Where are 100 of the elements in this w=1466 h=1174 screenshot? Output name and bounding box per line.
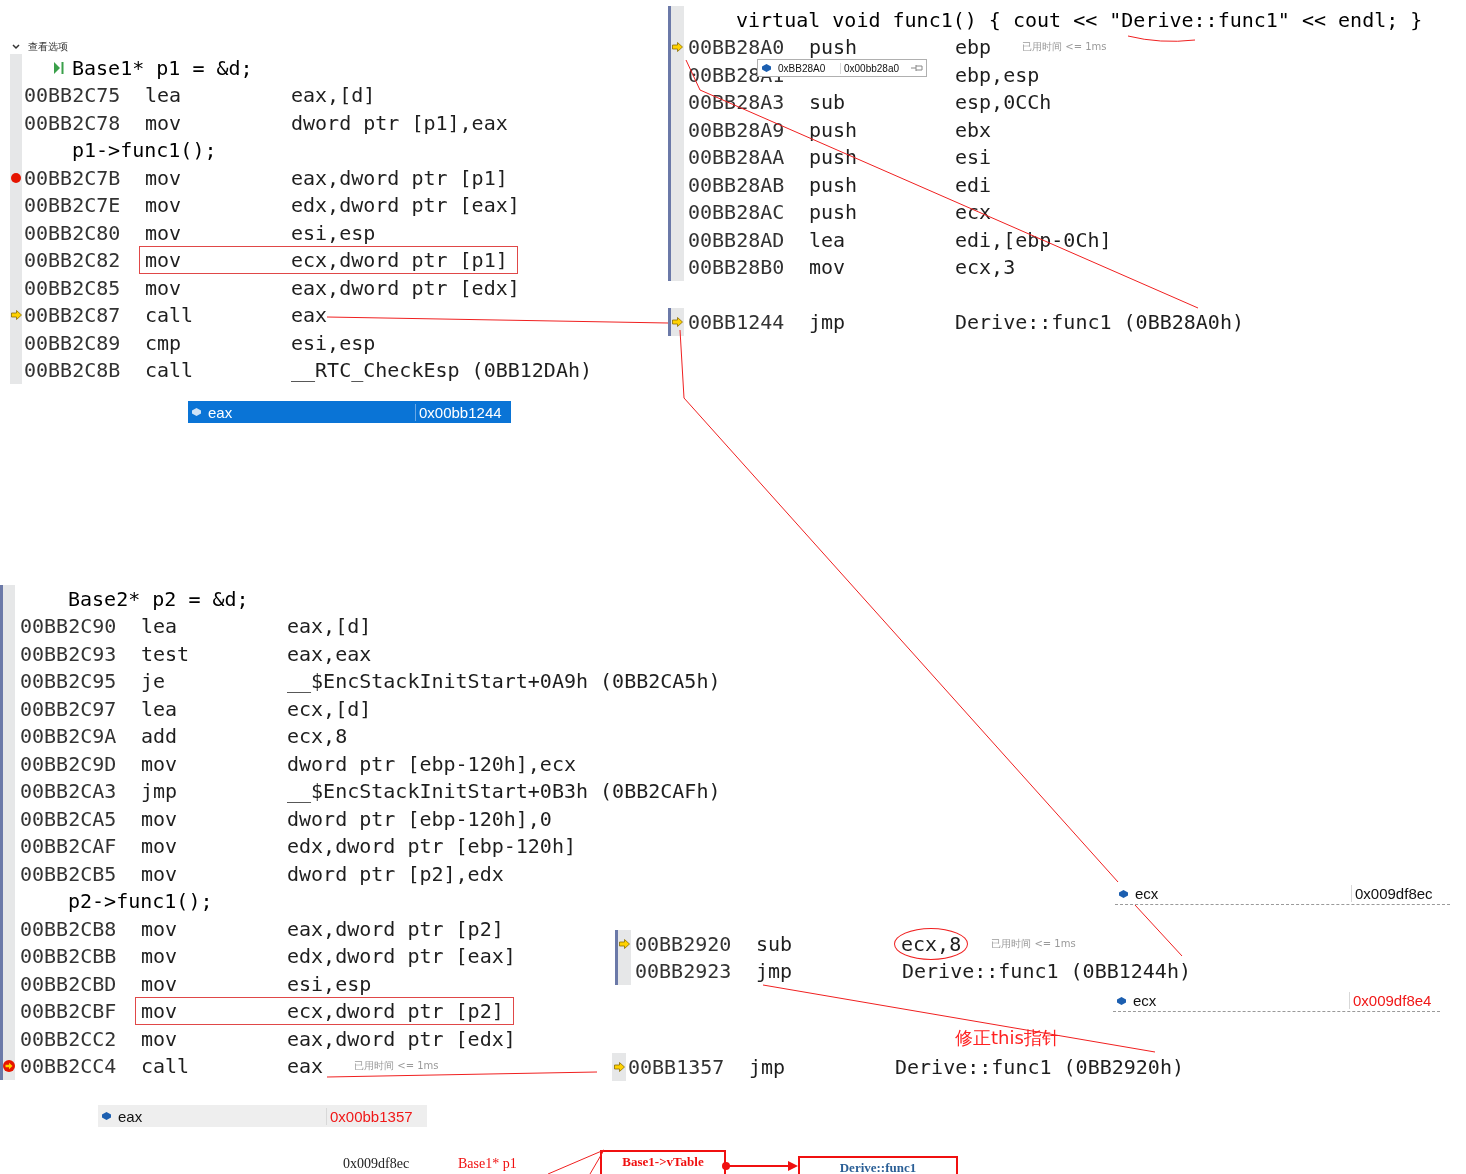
datatip[interactable]: ecx 0x009df8ec: [1115, 883, 1450, 905]
mnemonic-text: mov: [141, 834, 179, 859]
operand-text: __$EncStackInitStart+0B3h (0BB2CAFh): [286, 778, 722, 805]
variable-value: 0x009df8e4: [1349, 992, 1440, 1009]
annotation-line: [1134, 904, 1183, 957]
pointer-value: 0x009df8ec: [343, 1156, 410, 1172]
address-text: 00BB1244: [688, 309, 786, 334]
operand-text: ebp,esp: [954, 61, 1041, 88]
variable-icon: [1119, 889, 1128, 898]
address-text: 00BB2920: [635, 931, 733, 956]
operand-text: eax,[d]: [286, 613, 373, 640]
datatip[interactable]: eax 0x00bb1357: [98, 1105, 427, 1127]
address-text: 00BB1357: [628, 1054, 726, 1079]
operand-text: ecx,dword ptr [p1]: [290, 247, 509, 274]
operand-text: eax,dword ptr [p1]: [290, 164, 509, 191]
variable-name: eax: [208, 403, 233, 421]
operand-text: esi,esp: [290, 329, 377, 356]
datatip[interactable]: ecx 0x009df8e4: [1113, 990, 1440, 1012]
address-text: 00BB2C93: [20, 641, 118, 666]
operand-text: ecx,dword ptr [p2]: [286, 998, 505, 1025]
mnemonic-text: call: [145, 303, 195, 328]
source-line: virtual void func1() { cout << "Derive::func1" << endl; }: [736, 7, 1423, 32]
mnemonic-text: sub: [756, 931, 794, 956]
address-text: 00BB2C82: [24, 248, 122, 273]
mnemonic-text: mov: [141, 1026, 179, 1051]
operand-text: esi: [954, 144, 993, 171]
operand-text: ebx: [954, 116, 993, 143]
operand-text: ecx,3: [954, 254, 1017, 281]
operand-text: dword ptr [ebp-120h],0: [286, 805, 553, 832]
address-text: 00BB2C8B: [24, 358, 122, 383]
address-text: 00BB2C95: [20, 669, 118, 694]
operand-text: eax,eax: [286, 640, 373, 667]
address-text: 00BB2C9D: [20, 751, 118, 776]
mnemonic-text: push: [809, 35, 859, 60]
mnemonic-text: push: [809, 117, 859, 142]
address-text: 00BB2C97: [20, 696, 118, 721]
operand-text: ebp: [954, 34, 993, 61]
mnemonic-text: jmp: [809, 309, 847, 334]
annotation-line: [1127, 35, 1196, 42]
operand-text: __$EncStackInitStart+0A9h (0BB2CA5h): [286, 668, 722, 695]
operand-text: Derive::func1 (0BB28A0h): [954, 308, 1245, 335]
operand-text: edx,dword ptr [ebp-120h]: [286, 833, 577, 860]
variable-value: 0x009df8ec: [1351, 885, 1450, 902]
address-text: 00BB2C89: [24, 330, 122, 355]
mnemonic-text: lea: [809, 227, 847, 252]
mnemonic-text: lea: [141, 614, 179, 639]
address-text: 00BB28AB: [688, 172, 786, 197]
operand-text: eax,dword ptr [edx]: [286, 1025, 517, 1052]
mnemonic-text: mov: [809, 255, 847, 280]
mnemonic-text: lea: [145, 83, 183, 108]
address-text: 00BB2CAF: [20, 834, 118, 859]
mnemonic-text: jmp: [141, 779, 179, 804]
operand-text: eax,dword ptr [edx]: [290, 274, 521, 301]
operand-text: edx,dword ptr [eax]: [286, 943, 517, 970]
datatip[interactable]: eax 0x00bb1244: [188, 401, 511, 423]
variable-icon: [1117, 996, 1126, 1005]
mnemonic-text: mov: [145, 110, 183, 135]
address-text: 00BB2C87: [24, 303, 122, 328]
address-text: 00BB2C78: [24, 110, 122, 135]
operand-text: Derive::func1 (0BB1244h): [901, 958, 1192, 985]
operand-text: Derive::func1 (0BB2920h): [894, 1053, 1185, 1080]
mnemonic-text: push: [809, 200, 859, 225]
elapsed-hint: 已用时间 <= 1ms: [354, 1059, 439, 1074]
mnemonic-text: mov: [141, 916, 179, 941]
operand-text: eax,dword ptr [p2]: [286, 915, 505, 942]
address-text: 00BB2CB8: [20, 916, 118, 941]
mnemonic-text: mov: [141, 806, 179, 831]
address-text: 00BB2C90: [20, 614, 118, 639]
mnemonic-text: mov: [141, 861, 179, 886]
elapsed-hint: 已用时间 <= 1ms: [991, 936, 1076, 951]
operand-text: eax: [290, 302, 329, 329]
mnemonic-text: push: [809, 145, 859, 170]
mnemonic-text: push: [809, 172, 859, 197]
address-text: 00BB2CBD: [20, 971, 118, 996]
address-text: 00BB2CC2: [20, 1026, 118, 1051]
view-options-label[interactable]: 查看选项: [28, 40, 68, 54]
source-line: Base2* p2 = &d;: [68, 586, 249, 611]
operand-text: __RTC_CheckEsp (0BB12DAh): [290, 357, 594, 384]
operand-text: eax,[d]: [290, 82, 377, 109]
variable-value: 0x00bb28a0: [840, 62, 926, 74]
address-text: 00BB2CBB: [20, 944, 118, 969]
address-text: 00BB2C75: [24, 83, 122, 108]
operand-text: ecx,8: [286, 723, 349, 750]
variable-name: eax: [118, 1107, 143, 1125]
source-line: p1->func1();: [72, 138, 217, 163]
address-text: 00BB28AA: [688, 145, 786, 170]
address-text: 00BB28A0: [688, 35, 786, 60]
chevron-down-icon[interactable]: [12, 44, 20, 50]
pointer-label: Base1* p1: [458, 1156, 517, 1172]
operand-text: dword ptr [ebp-120h],ecx: [286, 750, 577, 777]
mnemonic-text: add: [141, 724, 179, 749]
mnemonic-text: mov: [145, 165, 183, 190]
address-text: 00BB28A9: [688, 117, 786, 142]
mnemonic-text: mov: [141, 999, 179, 1024]
address-text: 00BB2C9A: [20, 724, 118, 749]
variable-icon: [192, 408, 201, 416]
mnemonic-text: mov: [145, 248, 183, 273]
mnemonic-text: call: [141, 1054, 191, 1079]
address-text: 00BB2CC4: [20, 1054, 118, 1079]
operand-text: eax: [286, 1053, 325, 1080]
